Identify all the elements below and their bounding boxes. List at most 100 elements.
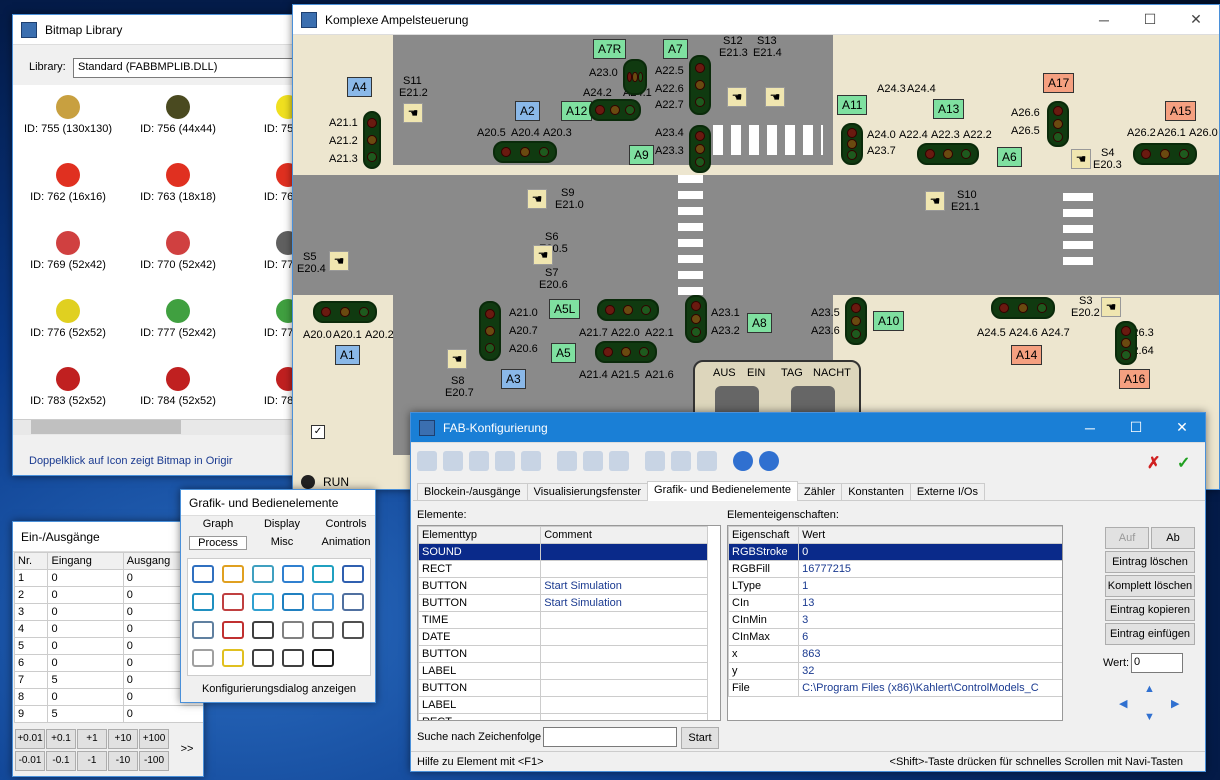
- hand-sensor-icon[interactable]: ☚: [1101, 297, 1121, 317]
- table-cell[interactable]: C:\Program Files (x86)\Kahlert\ControlMo…: [798, 679, 1062, 697]
- horizontal-scrollbar[interactable]: [13, 419, 309, 435]
- bitmap-item[interactable]: ID: 763 (18x18): [123, 163, 233, 203]
- table-row[interactable]: 100: [13, 569, 203, 587]
- table-cell[interactable]: Start Simulation: [540, 594, 708, 612]
- save-icon[interactable]: [417, 451, 437, 471]
- nav-left-icon[interactable]: ◀: [1119, 697, 1127, 710]
- nav-right-icon[interactable]: ▶: [1171, 697, 1179, 710]
- info-icon[interactable]: [733, 451, 753, 471]
- lock-icon[interactable]: [671, 451, 691, 471]
- hand-sensor-icon[interactable]: ☚: [1071, 149, 1091, 169]
- table-row[interactable]: BUTTON: [418, 679, 708, 697]
- palette-element-icon[interactable]: [222, 593, 244, 611]
- table-row[interactable]: CIn 13: [728, 594, 1062, 612]
- table-cell[interactable]: RECT: [418, 713, 542, 720]
- hand-sensor-icon[interactable]: ☚: [765, 87, 785, 107]
- table-cell[interactable]: 7: [13, 671, 49, 689]
- palette-element-icon[interactable]: [192, 565, 214, 583]
- table-cell[interactable]: 0: [47, 654, 124, 672]
- table-cell[interactable]: 13: [798, 594, 1062, 612]
- config-tab[interactable]: Blockein-/ausgänge: [417, 483, 528, 500]
- table-row[interactable]: RECT: [418, 713, 708, 720]
- down-button[interactable]: Ab: [1151, 527, 1195, 549]
- table-cell[interactable]: CInMax: [728, 628, 800, 646]
- config-tab[interactable]: Visualisierungsfenster: [526, 483, 649, 500]
- palette-element-icon[interactable]: [312, 621, 334, 639]
- delete-all-button[interactable]: Komplett löschen: [1105, 575, 1195, 597]
- table-row[interactable]: BUTTON Start Simulation: [418, 594, 708, 612]
- table-row[interactable]: 950: [13, 705, 203, 723]
- table-cell[interactable]: DATE: [418, 628, 542, 646]
- palette-element-icon[interactable]: [282, 649, 304, 667]
- bitmap-item[interactable]: ID: 777 (52x42): [123, 299, 233, 339]
- title-bar[interactable]: Ein-/Ausgänge: [13, 522, 203, 552]
- palette-tab[interactable]: Graph: [189, 518, 247, 530]
- palette-tab[interactable]: Animation: [317, 536, 375, 548]
- maximize-button[interactable]: ☐: [1127, 5, 1173, 34]
- hand-sensor-icon[interactable]: ☚: [727, 87, 747, 107]
- table-cell[interactable]: CInMin: [728, 611, 800, 629]
- table-row[interactable]: 300: [13, 603, 203, 621]
- table-cell[interactable]: 8: [13, 688, 49, 706]
- table-cell[interactable]: 0: [47, 637, 124, 655]
- increment-button[interactable]: +100: [139, 729, 169, 749]
- paste-entry-button[interactable]: Eintrag einfügen: [1105, 623, 1195, 645]
- bitmap-item[interactable]: ID: 783 (52x52): [13, 367, 123, 407]
- palette-element-icon[interactable]: [282, 593, 304, 611]
- table-cell[interactable]: [540, 713, 708, 720]
- table-cell[interactable]: 0: [122, 705, 203, 723]
- palette-element-icon[interactable]: [252, 565, 274, 583]
- increment-button[interactable]: +10: [108, 729, 138, 749]
- table-cell[interactable]: 3: [13, 603, 49, 621]
- table-row[interactable]: 400: [13, 620, 203, 638]
- table-cell[interactable]: 1: [13, 569, 49, 587]
- title-bar[interactable]: FAB-Konfigurierung ─ ☐ ✕: [411, 413, 1205, 443]
- table-cell[interactable]: TIME: [418, 611, 542, 629]
- table-cell[interactable]: 0: [47, 586, 124, 604]
- palette-element-icon[interactable]: [282, 621, 304, 639]
- palette-element-icon[interactable]: [252, 593, 274, 611]
- palette-element-icon[interactable]: [222, 649, 244, 667]
- table-cell[interactable]: 2: [13, 586, 49, 604]
- table-cell[interactable]: 863: [798, 645, 1062, 663]
- table-cell[interactable]: 0: [47, 569, 124, 587]
- search-start-button[interactable]: Start: [681, 727, 719, 749]
- table-cell[interactable]: BUTTON: [418, 577, 542, 595]
- table-row[interactable]: 600: [13, 654, 203, 672]
- hand-sensor-icon[interactable]: ☚: [533, 245, 553, 265]
- nav-up-icon[interactable]: ▲: [1144, 683, 1155, 695]
- bitmap-item[interactable]: ID: 762 (16x16): [13, 163, 123, 203]
- table-row[interactable]: y 32: [728, 662, 1062, 680]
- palette-element-icon[interactable]: [222, 565, 244, 583]
- table-row[interactable]: LType 1: [728, 577, 1062, 595]
- table-row[interactable]: DATE: [418, 628, 708, 646]
- table-cell[interactable]: File: [728, 679, 800, 697]
- bitmap-item[interactable]: ID: 784 (52x52): [123, 367, 233, 407]
- palette-element-icon[interactable]: [312, 565, 334, 583]
- table-cell[interactable]: [540, 628, 708, 646]
- table-cell[interactable]: [540, 543, 708, 561]
- table-row[interactable]: File C:\Program Files (x86)\Kahlert\Contr…: [728, 679, 1062, 697]
- value-input[interactable]: 0: [1131, 653, 1183, 673]
- table-row[interactable]: 200: [13, 586, 203, 604]
- wire-icon[interactable]: [609, 451, 629, 471]
- increment-button[interactable]: -100: [139, 751, 169, 771]
- increment-button[interactable]: +1: [77, 729, 107, 749]
- refresh-icon[interactable]: [469, 451, 489, 471]
- config-tab[interactable]: Konstanten: [841, 483, 911, 500]
- table-cell[interactable]: LABEL: [418, 696, 542, 714]
- table-row[interactable]: 750: [13, 671, 203, 689]
- table-cell[interactable]: 6: [13, 654, 49, 672]
- table-row[interactable]: LABEL: [418, 662, 708, 680]
- open-icon[interactable]: [443, 451, 463, 471]
- nav-down-icon[interactable]: ▼: [1144, 711, 1155, 723]
- increment-button[interactable]: -0.01: [15, 751, 45, 771]
- table-cell[interactable]: 0: [47, 603, 124, 621]
- palette-element-icon[interactable]: [312, 649, 334, 667]
- table-row[interactable]: TIME: [418, 611, 708, 629]
- title-bar[interactable]: Grafik- und Bedienelemente: [181, 490, 375, 516]
- more-button[interactable]: >>: [175, 740, 199, 760]
- table-cell[interactable]: BUTTON: [418, 645, 542, 663]
- table-cell[interactable]: BUTTON: [418, 679, 542, 697]
- palette-tab[interactable]: Controls: [317, 518, 375, 530]
